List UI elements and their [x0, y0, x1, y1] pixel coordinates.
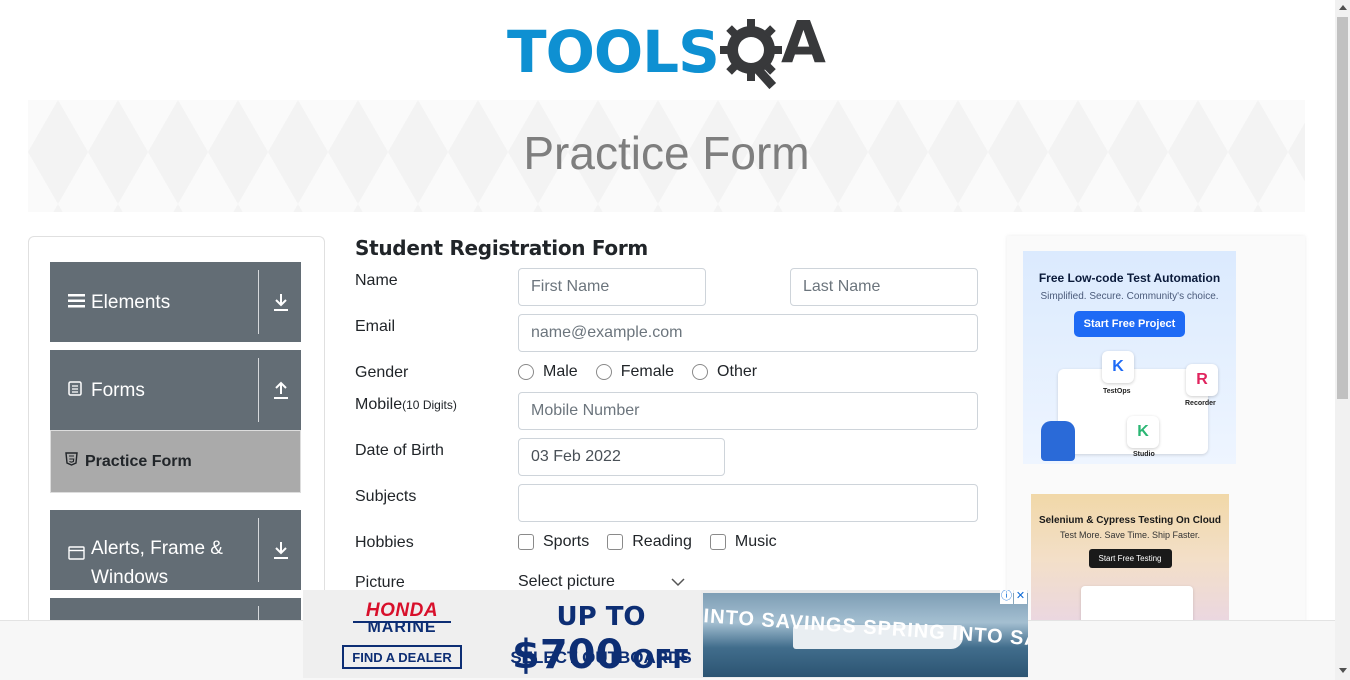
find-a-dealer-button[interactable]: FIND A DEALER — [342, 645, 462, 669]
tile-label: TestOps — [1103, 388, 1131, 395]
katalon-ad[interactable]: Free Low-code Test Automation Simplified… — [1023, 251, 1236, 464]
sidebar-group-alerts[interactable]: Alerts, Frame & Windows — [50, 510, 301, 590]
radio-label: Male — [543, 363, 578, 380]
mobile-label: Mobile(10 Digits) — [355, 396, 457, 414]
cloud-testing-ad[interactable]: Selenium & Cypress Testing On Cloud Test… — [1031, 494, 1229, 626]
sidebar-item-label: Practice Form — [85, 452, 192, 470]
download-icon[interactable] — [269, 290, 293, 314]
gear-magnifier-icon — [720, 19, 782, 90]
logo-wordmark: TOOLS — [507, 18, 720, 86]
ad-close-icon[interactable]: ✕ — [1014, 590, 1027, 604]
download-icon[interactable] — [269, 538, 293, 562]
hamburger-icon — [68, 288, 86, 317]
gender-options: Male Female Other — [518, 363, 775, 381]
honda-logo-block: HONDA MARINE FIND A DEALER — [303, 590, 501, 678]
honda-marine-ad[interactable]: HONDA MARINE FIND A DEALER UP TO $700 OF… — [303, 590, 1028, 678]
gender-female-radio[interactable]: Female — [595, 363, 675, 381]
gender-male-radio[interactable]: Male — [518, 363, 578, 381]
html5-icon — [65, 452, 78, 471]
form-heading: Student Registration Form — [355, 236, 648, 260]
ad-title: Selenium & Cypress Testing On Cloud — [1038, 515, 1222, 526]
radio-label: Other — [717, 363, 758, 380]
last-name-input[interactable] — [790, 268, 978, 306]
radio-circle[interactable] — [595, 364, 612, 380]
mobile-label-text: Mobile — [355, 396, 403, 413]
ad-title: Free Low-code Test Automation — [1038, 271, 1221, 285]
offer-subtitle: SELECT OUTBOARDS — [510, 648, 692, 667]
checkbox-box[interactable] — [709, 534, 726, 550]
scroll-down-icon[interactable] — [1339, 668, 1347, 673]
sidebar-group-label: Alerts, Frame & Windows — [91, 538, 223, 588]
dob-label: Date of Birth — [355, 442, 444, 459]
checkbox-box[interactable] — [607, 534, 624, 550]
scroll-thumb[interactable] — [1337, 17, 1348, 399]
boat-image: INTO SAVINGS SPRING INTO SAVINGS SPR — [703, 593, 1028, 677]
mobile-hint: (10 Digits) — [402, 398, 457, 412]
email-input[interactable] — [518, 314, 978, 352]
page-title: Practice Form — [523, 127, 810, 179]
subjects-input[interactable] — [518, 484, 978, 522]
page-banner: Practice Form — [28, 100, 1305, 212]
upload-icon[interactable] — [269, 378, 293, 402]
divider — [258, 358, 259, 422]
hobby-sports-checkbox[interactable]: Sports — [518, 533, 589, 551]
gender-other-radio[interactable]: Other — [692, 363, 757, 381]
radio-label: Female — [620, 363, 675, 380]
subjects-label: Subjects — [355, 488, 417, 505]
name-label: Name — [355, 272, 398, 289]
studio-icon: K — [1127, 416, 1159, 448]
email-label: Email — [355, 318, 396, 335]
tile-label: Recorder — [1185, 400, 1216, 407]
divider — [258, 518, 259, 582]
hobby-reading-checkbox[interactable]: Reading — [607, 533, 692, 551]
start-free-testing-button[interactable]: Start Free Testing — [1088, 549, 1172, 568]
offer-prefix: UP TO — [556, 602, 646, 632]
scrollbar[interactable] — [1335, 0, 1350, 680]
chevron-down-icon — [671, 577, 685, 586]
gender-label: Gender — [355, 364, 409, 381]
sidebar-group-elements[interactable]: Elements — [50, 262, 301, 342]
sidebar-group-forms[interactable]: Forms — [50, 350, 301, 430]
recorder-icon: R — [1186, 364, 1218, 396]
hobby-music-checkbox[interactable]: Music — [709, 533, 777, 551]
mobile-input[interactable] — [518, 392, 978, 430]
ad-slogan: INTO SAVINGS SPRING INTO SAVINGS SPR — [703, 605, 1028, 659]
sidebar-group-label: Elements — [91, 291, 171, 313]
first-name-input[interactable] — [518, 268, 706, 306]
date-of-birth-input[interactable] — [518, 438, 725, 476]
ad-subtitle: Simplified. Secure. Community's choice. — [1040, 291, 1219, 302]
hobby-options: Sports Reading Music — [518, 533, 795, 551]
window-icon — [68, 540, 86, 569]
offer-block: UP TO $700 OFF SELECT OUTBOARDS — [501, 590, 701, 678]
ad-info-icon[interactable]: ⓘ — [1000, 590, 1013, 604]
logo-letter-a: A — [781, 8, 826, 76]
checkbox-label: Sports — [543, 533, 590, 550]
honda-logo: HONDA — [365, 600, 439, 621]
scroll-up-icon[interactable] — [1339, 5, 1347, 10]
sidebar: Elements Forms Practice Form Alerts, Fra… — [28, 236, 325, 636]
toolsqa-logo[interactable]: TOOLS A — [505, 12, 835, 92]
ad-subtitle: Test More. Save Time. Ship Faster. — [1059, 530, 1201, 540]
sidebar-group-label: Forms — [91, 379, 145, 401]
robot-icon — [1041, 421, 1075, 461]
picture-select-value: Select picture — [518, 573, 615, 590]
tile-label: Studio — [1133, 451, 1155, 458]
marine-text: MARINE — [367, 619, 437, 636]
start-free-project-button[interactable]: Start Free Project — [1073, 311, 1186, 337]
testops-icon: K — [1102, 351, 1134, 383]
checkbox-label: Reading — [632, 533, 692, 550]
document-icon — [68, 376, 86, 405]
radio-circle[interactable] — [692, 364, 709, 380]
checkbox-box[interactable] — [518, 534, 534, 550]
checkbox-label: Music — [734, 533, 777, 550]
hobbies-label: Hobbies — [355, 534, 414, 551]
divider — [258, 270, 259, 334]
sidebar-item-practice-form[interactable]: Practice Form — [50, 430, 301, 493]
picture-select[interactable]: Select picture — [518, 573, 685, 591]
radio-circle[interactable] — [518, 364, 534, 380]
